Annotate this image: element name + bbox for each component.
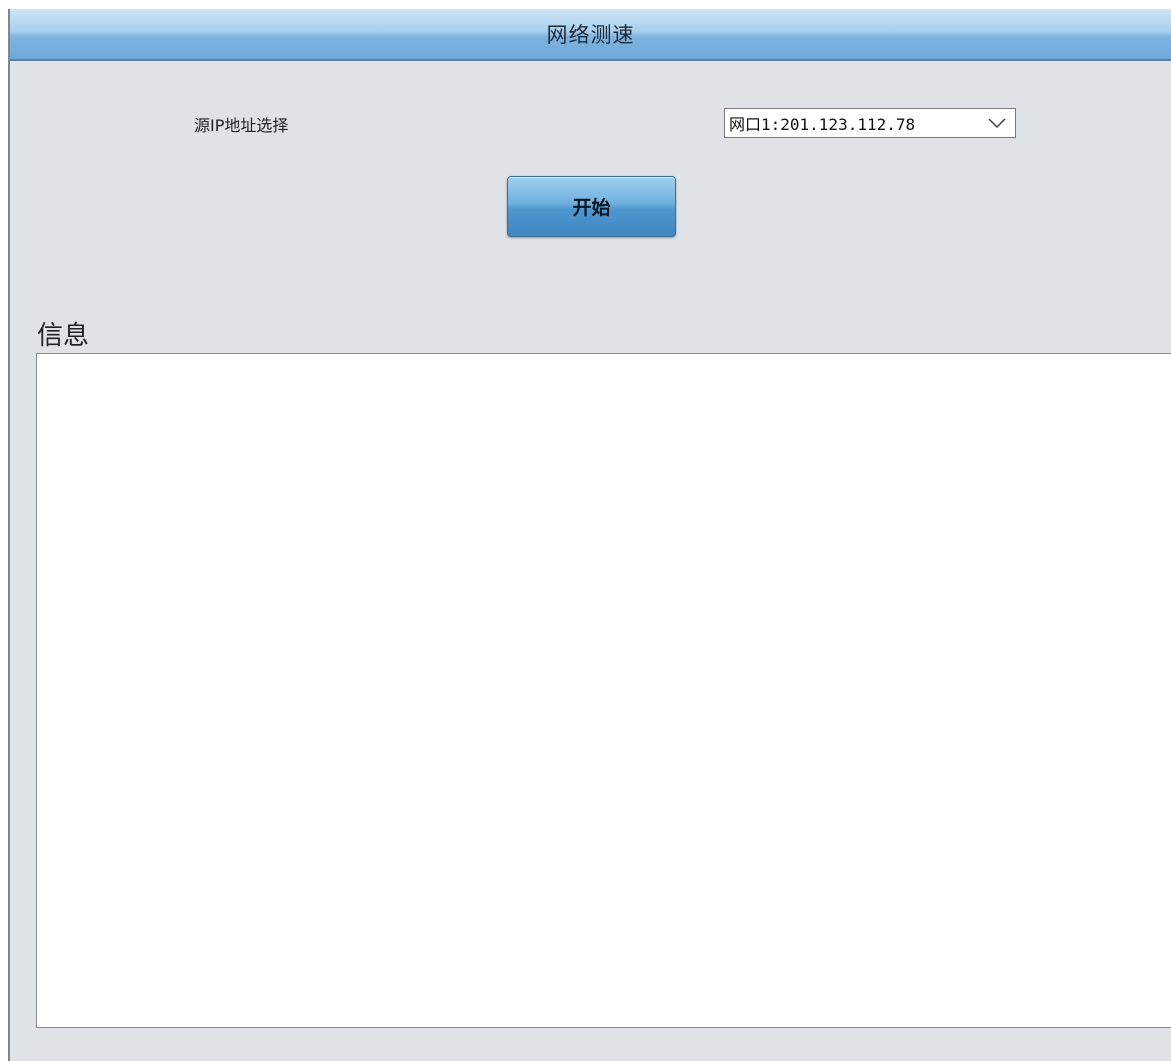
network-speed-test-panel: 网络测速 源IP地址选择 网口1:201.123.112.78 开始 信息 xyxy=(8,9,1171,1061)
chevron-down-icon[interactable] xyxy=(979,109,1015,137)
source-ip-select[interactable]: 网口1:201.123.112.78 xyxy=(724,108,1016,138)
start-button[interactable]: 开始 xyxy=(507,176,676,237)
panel-title-bar: 网络测速 xyxy=(10,9,1171,61)
info-label: 信息 xyxy=(37,321,90,351)
panel-title: 网络测速 xyxy=(546,23,635,47)
info-output-box[interactable] xyxy=(36,353,1171,1028)
source-ip-selected-value: 网口1:201.123.112.78 xyxy=(729,115,916,134)
source-ip-label: 源IP地址选择 xyxy=(194,116,289,135)
